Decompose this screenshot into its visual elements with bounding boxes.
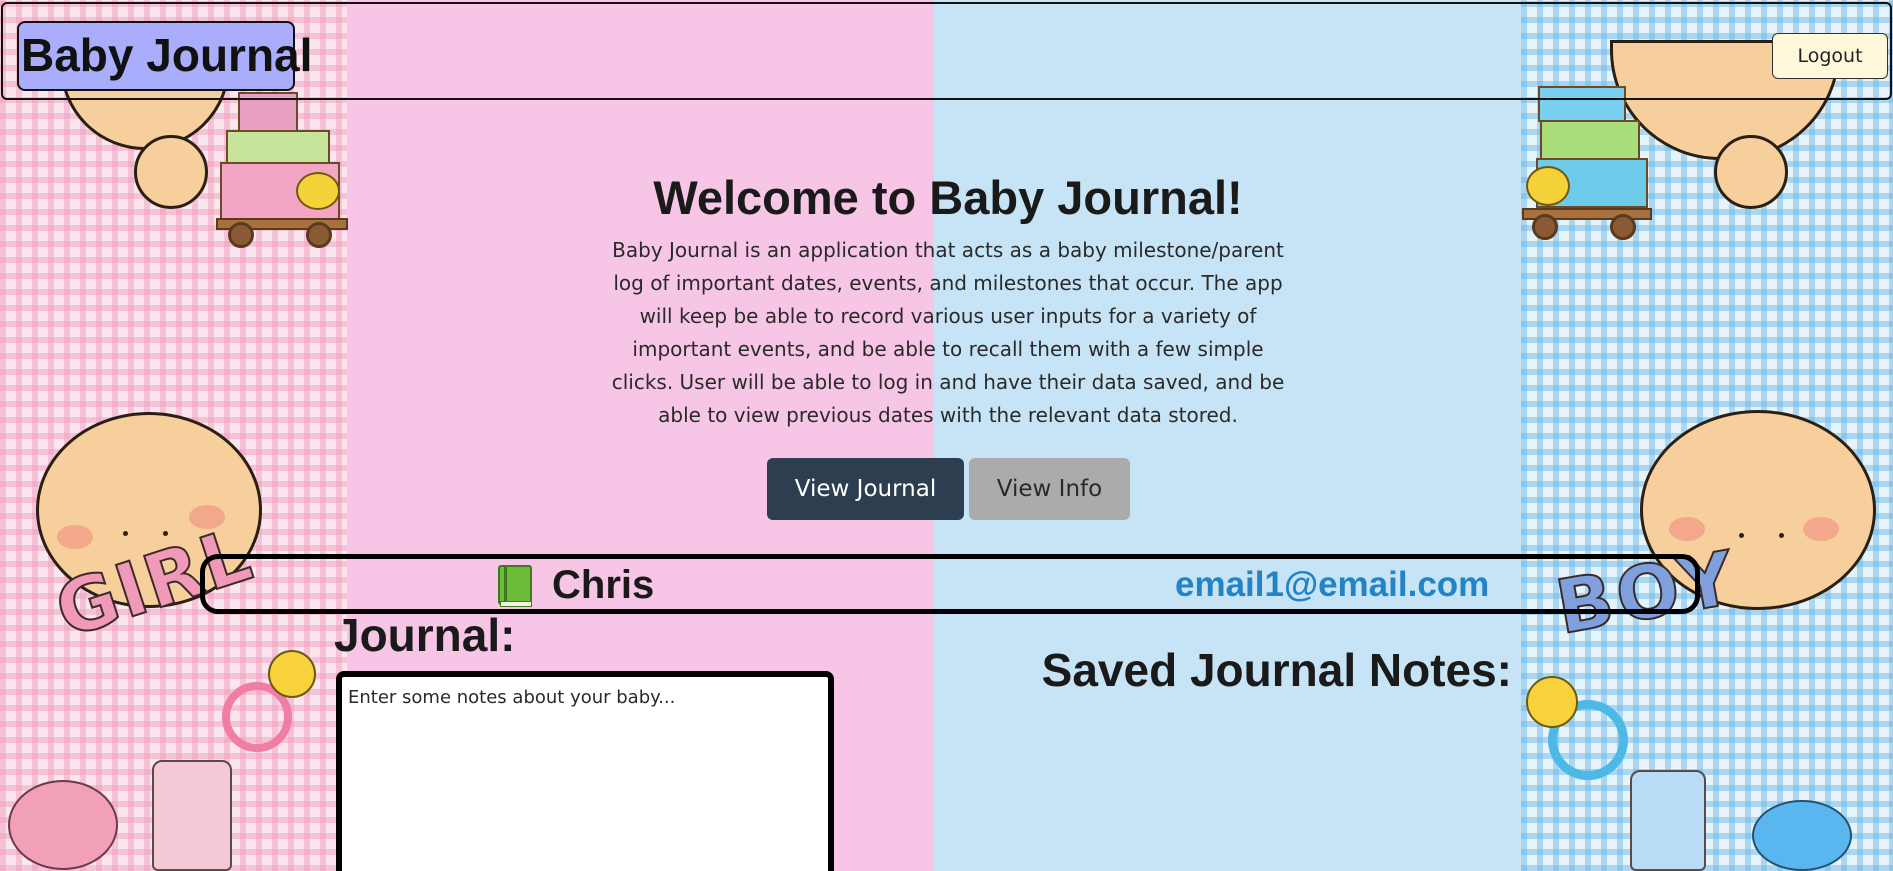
wagon-wheel-icon (1532, 214, 1558, 240)
girl-baby-foot-illustration (134, 135, 208, 209)
user-info-bar: Chris email1@email.com (200, 554, 1700, 614)
blue-gift-stack-illustration-2 (1540, 120, 1640, 160)
blue-panel (934, 0, 1521, 871)
view-journal-button[interactable]: View Journal (767, 458, 964, 520)
user-email-link[interactable]: email1@email.com (1175, 559, 1489, 611)
pacifier-handle-illustration (268, 650, 316, 698)
yellow-duck-illustration (296, 172, 340, 210)
green-book-icon (498, 565, 532, 607)
pink-bottle-illustration (152, 760, 232, 871)
yellow-duck-illustration (1526, 166, 1570, 206)
welcome-heading: Welcome to Baby Journal! (653, 171, 1243, 224)
journal-notes-input[interactable] (336, 671, 834, 871)
navbar: Baby Journal Logout (1, 2, 1892, 100)
wagon-wheel-icon (306, 222, 332, 248)
wagon-wheel-icon (228, 222, 254, 248)
page-background: GIRL BOY (0, 0, 1893, 871)
user-name: Chris (552, 563, 655, 607)
app-description: Baby Journal is an application that acts… (611, 238, 1285, 427)
boy-baby-foot-illustration (1714, 135, 1788, 209)
pink-duck-illustration (8, 780, 118, 870)
view-info-button[interactable]: View Info (969, 458, 1130, 520)
blue-bottle-illustration (1630, 770, 1706, 871)
wagon-wheel-icon (1610, 214, 1636, 240)
gift-stack-illustration-2 (226, 130, 330, 164)
saved-journal-notes-heading: Saved Journal Notes: (1041, 644, 1512, 696)
pacifier-handle-illustration (1526, 676, 1578, 728)
logout-button[interactable]: Logout (1772, 33, 1888, 79)
journal-heading: Journal: (334, 609, 516, 661)
blue-duck-illustration (1752, 800, 1852, 871)
brand-logo[interactable]: Baby Journal (17, 21, 312, 91)
